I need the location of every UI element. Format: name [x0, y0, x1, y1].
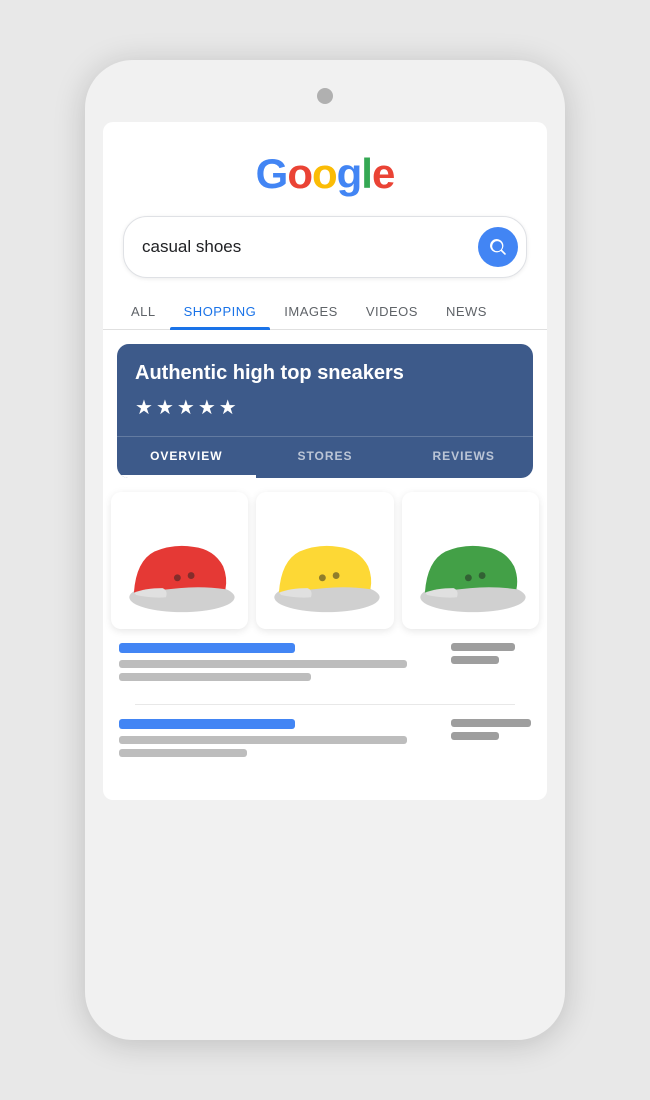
- shoe-illustration-green: [402, 492, 539, 629]
- results-list: [103, 629, 547, 762]
- logo-e: e: [372, 150, 394, 197]
- logo-g: G: [256, 150, 288, 197]
- meta-line-2b: [451, 732, 499, 740]
- card-tabs: OVERVIEW STORES REVIEWS: [117, 436, 533, 478]
- card-title: Authentic high top sneakers: [135, 362, 515, 385]
- result-line-1b: [119, 673, 311, 681]
- search-input[interactable]: casual shoes: [142, 237, 478, 257]
- meta-line-1b: [451, 656, 499, 664]
- result-text-2: [119, 719, 439, 762]
- result-title-bar-2: [119, 719, 295, 729]
- tab-images[interactable]: IMAGES: [270, 294, 352, 329]
- result-meta-1: [451, 643, 531, 669]
- shopping-card: Authentic high top sneakers ★ ★ ★ ★ ★ OV…: [117, 344, 533, 478]
- stars-row: ★ ★ ★ ★ ★: [135, 395, 515, 420]
- result-meta-2: [451, 719, 531, 745]
- result-item-2: [119, 719, 531, 762]
- tab-videos[interactable]: VIDEOS: [352, 294, 432, 329]
- shoe-card-green[interactable]: [402, 492, 539, 629]
- star-3: ★: [177, 395, 195, 420]
- star-1: ★: [135, 395, 153, 420]
- meta-line-2a: [451, 719, 531, 727]
- shoe-card-yellow[interactable]: [256, 492, 393, 629]
- phone-camera: [317, 88, 333, 104]
- shoe-illustration-red: [111, 492, 248, 629]
- tab-shopping[interactable]: SHOPPING: [170, 294, 271, 329]
- result-line-2b: [119, 749, 247, 757]
- phone-frame: Google casual shoes ALL SHOPPING IMAGES …: [85, 60, 565, 1040]
- search-icon: [488, 237, 508, 257]
- card-tab-stores[interactable]: STORES: [256, 437, 395, 478]
- star-4: ★: [198, 395, 216, 420]
- tab-all[interactable]: ALL: [117, 294, 170, 329]
- google-logo-area: Google: [103, 122, 547, 216]
- result-text-1: [119, 643, 439, 686]
- logo-o1: o: [287, 150, 312, 197]
- result-line-2a: [119, 736, 407, 744]
- result-title-bar-1: [119, 643, 295, 653]
- shoe-illustration-yellow: [256, 492, 393, 629]
- logo-g2: g: [337, 150, 362, 197]
- star-2: ★: [156, 395, 174, 420]
- meta-line-1a: [451, 643, 515, 651]
- search-bar: casual shoes: [123, 216, 527, 278]
- logo-l: l: [361, 150, 372, 197]
- phone-screen: Google casual shoes ALL SHOPPING IMAGES …: [103, 122, 547, 800]
- result-item-1: [119, 643, 531, 686]
- shoe-cards-row: [103, 492, 547, 629]
- tab-news[interactable]: NEWS: [432, 294, 501, 329]
- tabs-row: ALL SHOPPING IMAGES VIDEOS NEWS: [103, 294, 547, 330]
- google-logo: Google: [103, 150, 547, 198]
- logo-o2: o: [312, 150, 337, 197]
- star-5: ★: [219, 395, 237, 420]
- divider-1: [135, 704, 515, 705]
- shoe-card-red[interactable]: [111, 492, 248, 629]
- search-button[interactable]: [478, 227, 518, 267]
- card-tab-overview[interactable]: OVERVIEW: [117, 437, 256, 478]
- result-line-1a: [119, 660, 407, 668]
- search-bar-wrap: casual shoes: [103, 216, 547, 294]
- card-tab-reviews[interactable]: REVIEWS: [394, 437, 533, 478]
